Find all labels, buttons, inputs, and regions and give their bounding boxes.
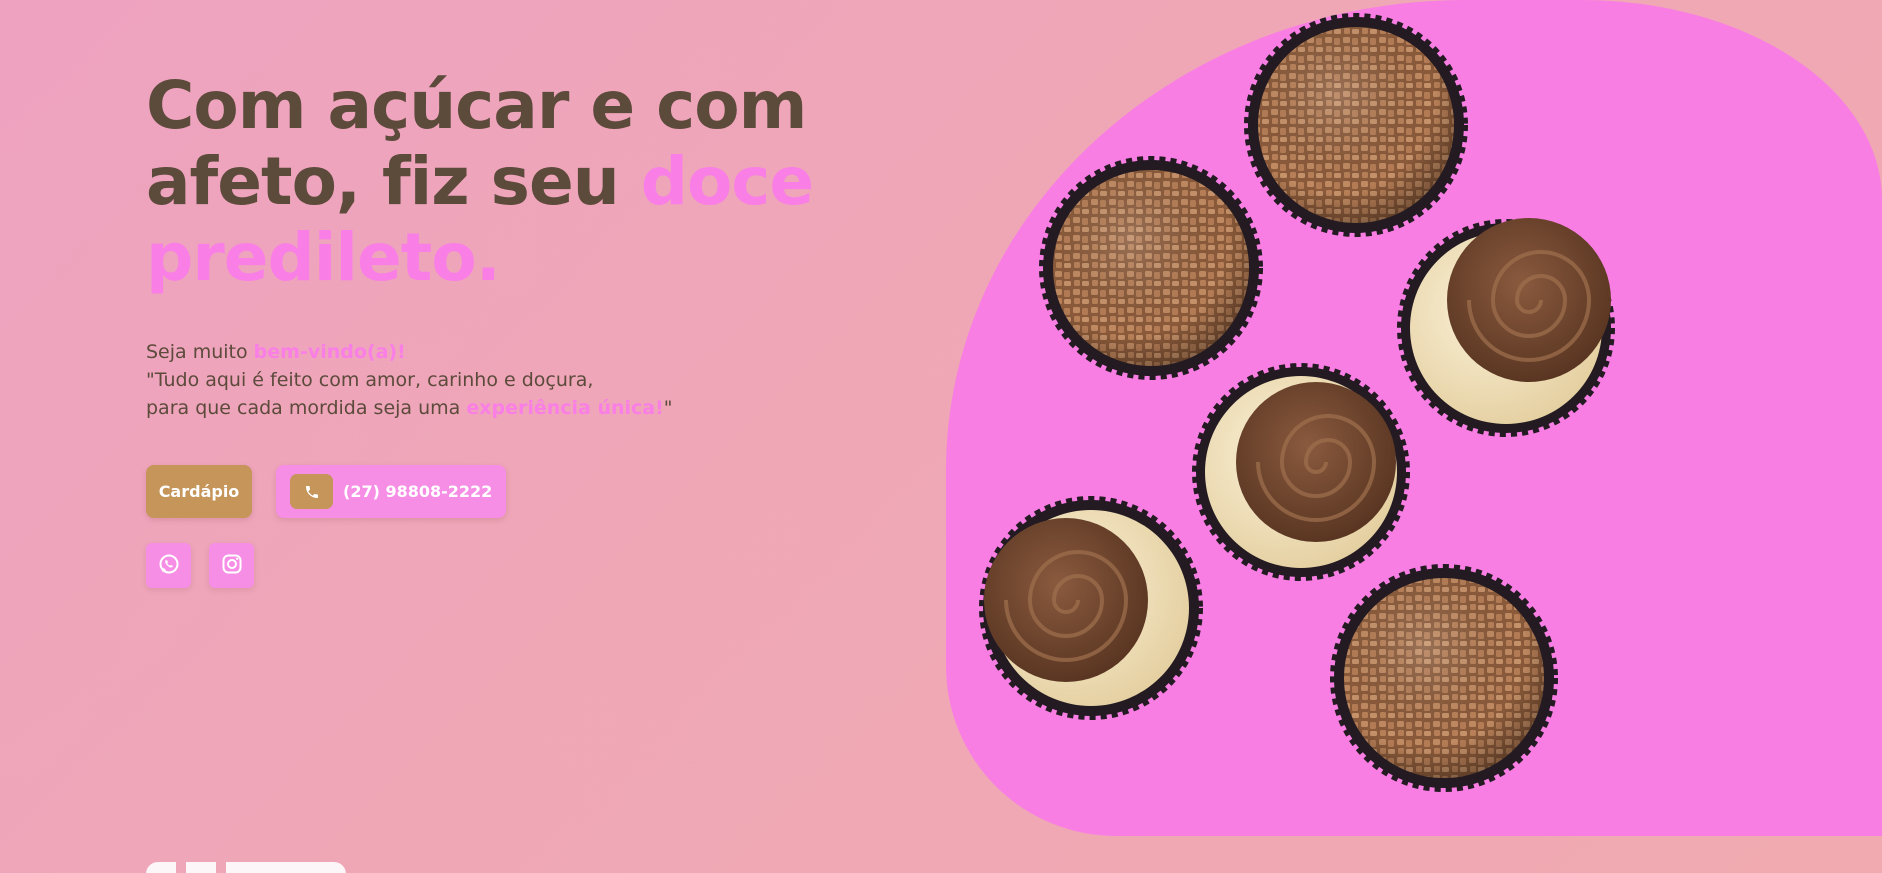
welcome-highlight: bem-vindo(a)!: [253, 341, 406, 363]
phone-number: (27) 98808-2222: [343, 482, 493, 501]
hero-text-block: Com açúcar e com afeto, fiz seu doce pre…: [146, 68, 906, 422]
headline-line-2: afeto, fiz seu doce: [146, 144, 906, 220]
instagram-link[interactable]: [209, 543, 254, 588]
social-links: [146, 543, 254, 588]
phone-button[interactable]: (27) 98808-2222: [276, 465, 507, 518]
whatsapp-icon: [157, 552, 181, 580]
sweets-illustration: [979, 13, 1615, 792]
headline-line-2-text: afeto, fiz seu: [146, 143, 641, 220]
cupcake-2: [1192, 363, 1410, 581]
headline-accent-doce: doce: [640, 143, 814, 220]
cupcake-1: [1397, 218, 1615, 437]
quote-line-2-suffix: ": [663, 397, 673, 419]
hero-image-panel: [946, 0, 1882, 836]
cupcake-3: [979, 496, 1203, 720]
welcome-line: Seja muito bem-vindo(a)!: [146, 338, 906, 366]
quote-line-2-prefix: para que cada mordida seja uma: [146, 397, 467, 419]
brigadeiro-2: [1039, 156, 1263, 380]
whatsapp-link[interactable]: [146, 543, 191, 588]
menu-button[interactable]: Cardápio: [146, 465, 252, 518]
quote-line-2: para que cada mordida seja uma experiênc…: [146, 394, 906, 422]
quote-highlight: experiência única!: [466, 397, 664, 419]
cta-row: Cardápio (27) 98808-2222: [146, 465, 507, 518]
phone-icon: [290, 474, 333, 509]
welcome-prefix: Seja muito: [146, 341, 254, 363]
brigadeiro-3: [1330, 564, 1558, 792]
instagram-icon: [220, 552, 244, 580]
headline-accent-predileto: predileto.: [146, 219, 501, 296]
next-section-heading-partial: [146, 852, 386, 873]
cut-off-heading-shape: [146, 862, 346, 873]
quote-line-1: "Tudo aqui é feito com amor, carinho e d…: [146, 369, 594, 391]
brigadeiro-1: [1244, 13, 1468, 237]
hero-headline: Com açúcar e com afeto, fiz seu doce pre…: [146, 68, 906, 296]
headline-line-1: Com açúcar e com: [146, 67, 807, 144]
intro-text: Seja muito bem-vindo(a)! "Tudo aqui é fe…: [146, 338, 906, 422]
